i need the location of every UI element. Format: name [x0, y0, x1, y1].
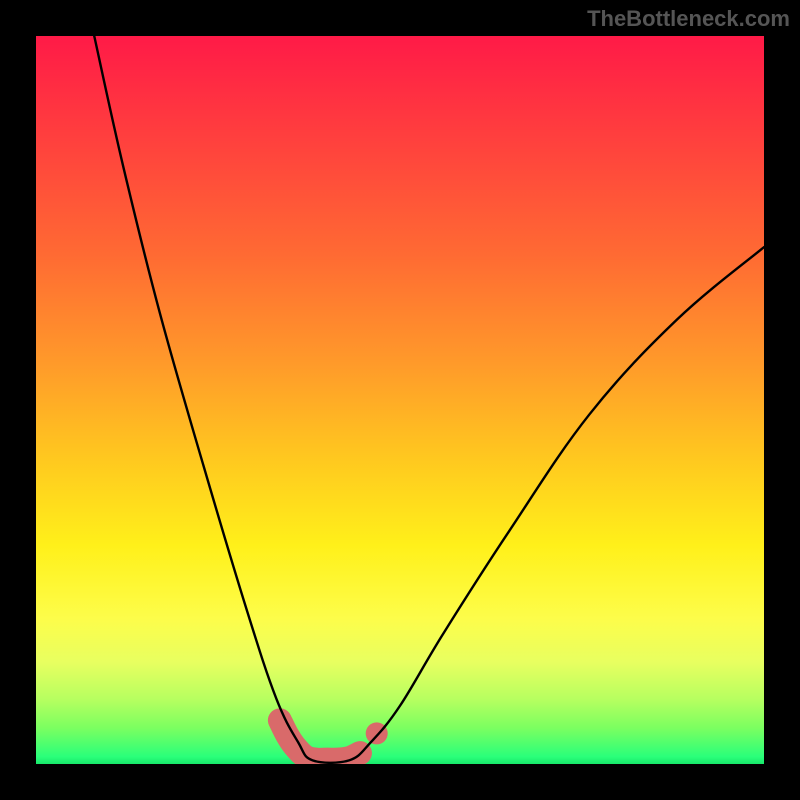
bottleneck-curve	[94, 36, 764, 763]
plot-area	[36, 36, 764, 764]
watermark-text: TheBottleneck.com	[587, 6, 790, 32]
curve-svg	[36, 36, 764, 764]
marker-strip	[280, 720, 360, 760]
chart-frame: TheBottleneck.com	[0, 0, 800, 800]
